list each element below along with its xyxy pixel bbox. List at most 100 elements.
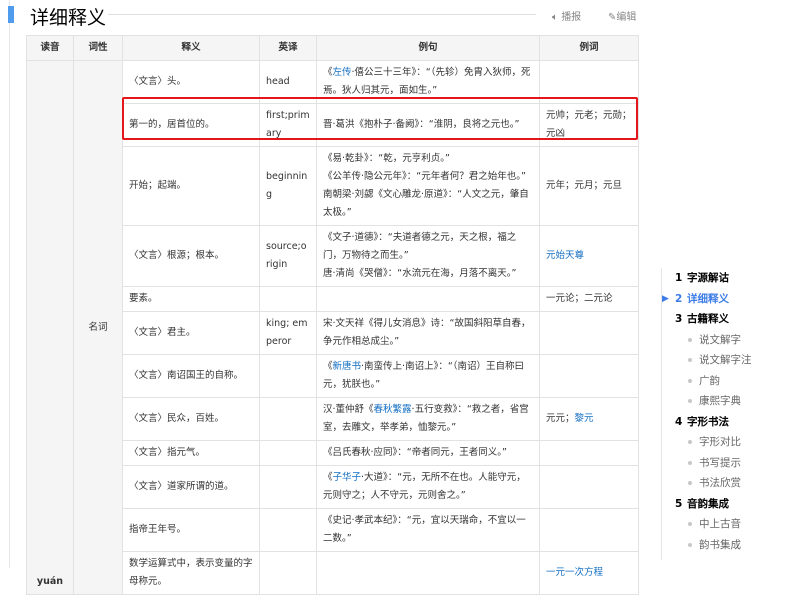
toc-item[interactable]: 中上古音 bbox=[662, 514, 781, 535]
toc-label: 古籍释义 bbox=[687, 313, 729, 325]
toc-item[interactable]: 说文解字 bbox=[662, 330, 781, 351]
toc-label: 说文解字 bbox=[699, 333, 741, 346]
definition-cell: 开始；起端。 bbox=[122, 146, 260, 226]
examples-cell: 《子华子·大道》：“元，无所不在也。人能守元，元则守之；人不守元，元则舍之。” bbox=[316, 465, 540, 509]
example-text: 《 bbox=[323, 67, 333, 78]
example-sentence: 汉·董仲舒《春秋繁露·五行变救》：“救之者，省宫室，去雕文，举孝弟，恤黎元。” bbox=[323, 401, 533, 437]
toc-number: 3 bbox=[675, 313, 683, 325]
examples-cell bbox=[316, 286, 540, 312]
toc-item[interactable]: 广韵 bbox=[662, 371, 781, 392]
header-words: 例词 bbox=[539, 35, 639, 61]
toc-item[interactable]: 韵书集成 bbox=[662, 535, 781, 556]
words-cell bbox=[539, 465, 639, 509]
example-text: 南朝梁·刘勰《文心雕龙·原道》：“人文之元，肇自太极。” bbox=[323, 189, 529, 218]
word-link[interactable]: 一元一次方程 bbox=[546, 567, 603, 578]
words-cell: 元帅；元老；元勋；元凶 bbox=[539, 103, 639, 147]
header-pos: 词性 bbox=[73, 35, 123, 61]
examples-cell: 汉·董仲舒《春秋繁露·五行变救》：“救之者，省宫室，去雕文，举孝弟，恤黎元。” bbox=[316, 397, 540, 441]
example-sentence: 《吕氏春秋·应同》：“帝者同元，王者同义。” bbox=[323, 444, 533, 462]
toc-number: 4 bbox=[675, 415, 683, 428]
english-cell bbox=[259, 440, 317, 466]
example-sentence: 晋·葛洪《抱朴子·备阙》：“淮阴，良将之元也。” bbox=[323, 116, 533, 134]
toc-label: 说文解字注 bbox=[699, 354, 752, 366]
toc-item[interactable]: 5 音韵集成 bbox=[662, 494, 781, 515]
word-text: 一元论；二元论 bbox=[546, 293, 613, 304]
words-cell bbox=[539, 60, 639, 104]
toc-item[interactable]: 1 字源解诂 bbox=[662, 268, 781, 289]
word-link[interactable]: 元始天尊 bbox=[546, 250, 584, 261]
edit-label: 编辑 bbox=[616, 12, 637, 23]
example-text: 《公羊传·隐公元年》：“元年者何？君之始年也。” bbox=[323, 171, 526, 182]
definition-cell: 指帝王年号。 bbox=[122, 508, 260, 552]
page-border bbox=[9, 0, 10, 568]
toc-item[interactable]: 3 古籍释义 bbox=[662, 309, 781, 330]
example-sentence: 唐·清尚《哭僧》：“水流元在海，月落不离天。” bbox=[323, 265, 533, 283]
words-cell bbox=[539, 354, 639, 398]
toc-item[interactable]: 书写提示 bbox=[662, 453, 781, 474]
toc-label: 书法欣赏 bbox=[699, 477, 741, 489]
toc-item[interactable]: 书法欣赏 bbox=[662, 473, 781, 494]
header-examples: 例句 bbox=[316, 35, 540, 61]
example-link[interactable]: 新唐书 bbox=[333, 361, 362, 372]
example-text: 汉·董仲舒《 bbox=[323, 404, 374, 415]
example-sentence: 南朝梁·刘勰《文心雕龙·原道》：“人文之元，肇自太极。” bbox=[323, 186, 533, 222]
examples-cell: 晋·葛洪《抱朴子·备阙》：“淮阴，良将之元也。” bbox=[316, 103, 540, 147]
english-cell bbox=[259, 551, 317, 595]
toc-label: 字源解诂 bbox=[687, 272, 729, 284]
table-row: yuán 名词 〈文言〉头。 head 《左传·僖公三十三年》：“（先轸）免胄入狄师，死… bbox=[26, 60, 639, 595]
examples-cell: 《吕氏春秋·应同》：“帝者同元，王者同义。” bbox=[316, 440, 540, 466]
example-link[interactable]: 子华子 bbox=[333, 472, 362, 483]
word-text: 元帅；元老；元勋；元凶 bbox=[546, 110, 632, 139]
toc-item[interactable]: 说文解字注 bbox=[662, 350, 781, 371]
toc-label: 书写提示 bbox=[699, 456, 741, 469]
toc-item[interactable]: 4 字形书法 bbox=[662, 412, 781, 433]
toc-number: 5 bbox=[675, 497, 683, 510]
examples-cell: 《新唐书·南蛮传上·南诏上》：“（南诏）王自称曰元，犹朕也。” bbox=[316, 354, 540, 398]
definition-cell: 〈文言〉民众，百姓。 bbox=[122, 397, 260, 441]
examples-cell: 《左传·僖公三十三年》：“（先轸）免胄入狄师，死焉。狄人归其元，面如生。” bbox=[316, 60, 540, 104]
word-text: 元元； bbox=[546, 413, 575, 424]
toc-label: 详细释义 bbox=[687, 292, 729, 305]
toc-label: 中上古音 bbox=[699, 518, 741, 530]
words-cell: 元始天尊 bbox=[539, 225, 639, 287]
english-cell: head bbox=[259, 60, 317, 104]
toc-label: 韵书集成 bbox=[699, 538, 741, 551]
example-sentence: 《史记·孝武本纪》：“元，宜以天瑞命，不宜以一二数。” bbox=[323, 512, 533, 548]
pronunciation-cell: yuán bbox=[26, 60, 74, 595]
examples-cell: 《易·乾卦》：“乾，元亨利贞。” 《公羊传·隐公元年》：“元年者何？君之始年也。”… bbox=[316, 146, 540, 226]
broadcast-button[interactable]: 🔈︎ 播报 bbox=[552, 8, 581, 23]
words-cell bbox=[539, 311, 639, 355]
example-sentence: 《新唐书·南蛮传上·南诏上》：“（南诏）王自称曰元，犹朕也。” bbox=[323, 358, 533, 394]
toc-item[interactable]: 康熙字典 bbox=[662, 391, 781, 412]
pos-cell: 名词 bbox=[73, 60, 123, 595]
english-cell: king; emperor bbox=[259, 311, 317, 355]
example-link[interactable]: 春秋繁露 bbox=[374, 404, 412, 415]
definition-cell: 第一的，居首位的。 bbox=[122, 103, 260, 147]
edit-button[interactable]: ✎编辑 bbox=[608, 8, 636, 23]
english-cell: source;origin bbox=[259, 225, 317, 287]
definition-cell: 〈文言〉南诏国王的自称。 bbox=[122, 354, 260, 398]
words-cell bbox=[539, 440, 639, 466]
definition-cell: 数学运算式中，表示变量的字母称元。 bbox=[122, 551, 260, 595]
examples-cell: 《史记·孝武本纪》：“元，宜以天瑞命，不宜以一二数。” bbox=[316, 508, 540, 552]
example-text: 唐·清尚《哭僧》：“水流元在海，月落不离天。” bbox=[323, 268, 517, 279]
english-cell bbox=[259, 286, 317, 312]
header-definition: 释义 bbox=[122, 35, 260, 61]
definitions-table: 读音 词性 释义 英译 例句 例词 yuán 名词 〈文言〉头。 head 《左传·僖公… bbox=[26, 35, 639, 595]
english-cell bbox=[259, 465, 317, 509]
example-sentence: 《公羊传·隐公元年》：“元年者何？君之始年也。” bbox=[323, 168, 533, 186]
english-cell bbox=[259, 354, 317, 398]
example-link[interactable]: 左传 bbox=[333, 67, 352, 78]
toc-label: 字形对比 bbox=[699, 436, 741, 448]
examples-cell bbox=[316, 551, 540, 595]
speaker-icon: 🔈︎ bbox=[552, 12, 558, 23]
word-text: 元年；元月；元旦 bbox=[546, 180, 623, 191]
word-link[interactable]: 黎元 bbox=[575, 413, 594, 424]
definition-cell: 〈文言〉根源；根本。 bbox=[122, 225, 260, 287]
words-cell bbox=[539, 508, 639, 552]
toc-item[interactable]: ▶ 2 详细释义 bbox=[662, 289, 781, 310]
english-cell: beginning bbox=[259, 146, 317, 226]
toc-item[interactable]: 字形对比 bbox=[662, 432, 781, 453]
broadcast-label: 播报 bbox=[561, 12, 582, 23]
definition-cell: 〈文言〉指元气。 bbox=[122, 440, 260, 466]
